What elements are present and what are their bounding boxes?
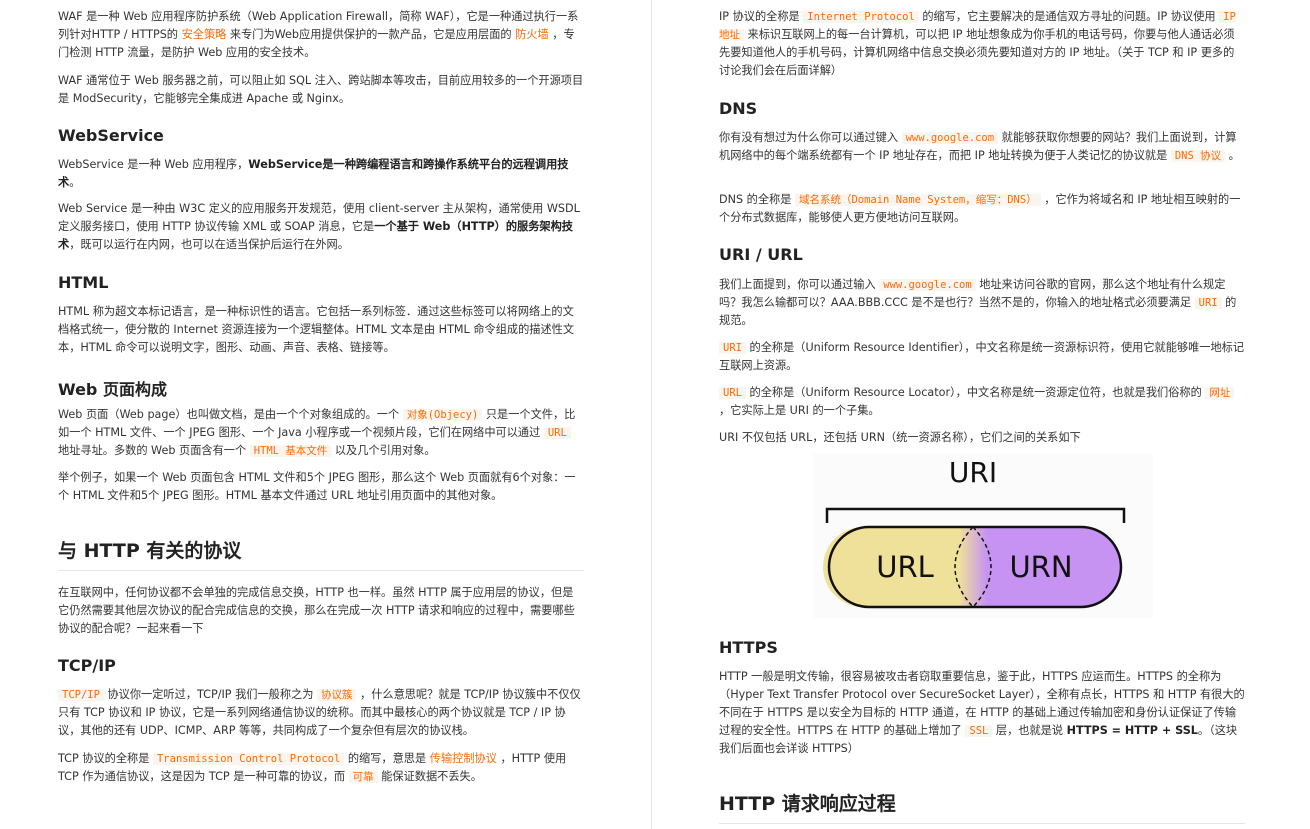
code-url-2: URL — [719, 387, 746, 399]
html-paragraph: HTML 称为超文本标记语言，是一种标识性的语言。它包括一系列标签．通过这些标签… — [58, 305, 575, 354]
section-rule-2 — [719, 823, 1245, 824]
webpage-paragraph-1: Web 页面（Web page）也叫做文档，是由一个个对象组成的。一个 对象(O… — [58, 408, 576, 457]
firewall-link[interactable]: 防火墙 — [515, 28, 549, 41]
column-divider — [651, 0, 652, 829]
diagram-url-label: URL — [876, 550, 934, 584]
waf-paragraph-1: WAF 是一种 Web 应用程序防护系统（Web Application Fir… — [58, 10, 579, 59]
https-paragraph: HTTP 一般是明文传输，很容易被攻击者窃取重要信息，鉴于此，HTTPS 应运而… — [719, 670, 1245, 755]
protocols-paragraph: 在互联网中，任何协议都不会单独的完成信息交换，HTTP 也一样。虽然 HTTP … — [58, 586, 575, 635]
tcpip-paragraph-1: TCP/IP 协议你一定听过，TCP/IP 我们一般称之为 协议簇 ，什么意思呢… — [58, 688, 581, 737]
section-rule — [58, 570, 584, 571]
code-google-url: www.google.com — [901, 132, 999, 144]
code-html-base-file: HTML 基本文件 — [249, 445, 332, 457]
uri-paragraph-2: URI 的全称是（Uniform Resource Identifier），中文… — [719, 341, 1245, 372]
code-tcpip: TCP/IP — [58, 689, 104, 701]
code-url: URL — [543, 427, 571, 439]
code-uri: URI — [1194, 297, 1222, 309]
dns-paragraph-1: 你有没有想过为什么你可以通过键入 www.google.com 就能够获取你想要… — [719, 131, 1240, 162]
heading-uri-url: URI / URL — [719, 245, 803, 264]
dns-paragraph-2: DNS 的全称是 域名系统（Domain Name System，缩写：DNS）… — [719, 193, 1241, 224]
code-object: 对象(Objecy) — [402, 409, 483, 421]
uri-paragraph-4: URI 不仅包括 URL，还包括 URN（统一资源名称），它们之间的关系如下 — [719, 431, 1081, 444]
webservice-paragraph-2: Web Service 是一种由 W3C 定义的应用服务开发规范，使用 clie… — [58, 202, 580, 251]
code-web-address: 网址 — [1205, 387, 1235, 399]
uri-url-urn-diagram: URI URL URN — [813, 453, 1153, 618]
code-uri-2: URI — [719, 342, 746, 354]
heading-https: HTTPS — [719, 638, 778, 657]
heading-tcpip: TCP/IP — [58, 656, 116, 675]
uri-paragraph-3: URL 的全称是（Uniform Resource Locator），中文名称是… — [719, 384, 1245, 420]
code-dns-fullname: 域名系统（Domain Name System，缩写：DNS） — [794, 194, 1041, 206]
code-dns-protocol: DNS 协议 — [1170, 150, 1226, 162]
heading-http-process: HTTP 请求响应过程 — [719, 793, 896, 815]
code-reliable: 可靠 — [348, 771, 378, 783]
ip-paragraph: IP 协议的全称是 Internet Protocol 的缩写，它主要解决的是通… — [719, 10, 1236, 77]
code-google-url-2: www.google.com — [879, 279, 976, 291]
code-internet-protocol: Internet Protocol — [803, 11, 919, 23]
heading-webservice: WebService — [58, 126, 164, 145]
webservice-paragraph-1: WebService 是一种 Web 应用程序，WebService是一种跨编程… — [58, 158, 569, 189]
tcp-cn-link[interactable]: 传输控制协议 — [430, 752, 497, 765]
heading-html: HTML — [58, 273, 109, 292]
waf-paragraph-2: WAF 通常位于 Web 服务器之前，可以阻止如 SQL 注入、跨站脚本等攻击，… — [58, 74, 584, 105]
code-ssl: SSL — [965, 725, 993, 737]
security-policy-link[interactable]: 安全策略 — [182, 28, 227, 41]
tcpip-paragraph-2: TCP 协议的全称是 Transmission Control Protocol… — [58, 752, 567, 783]
uri-paragraph-1: 我们上面提到，你可以通过输入 www.google.com 地址来访问谷歌的官网… — [719, 278, 1237, 327]
diagram-uri-label: URI — [949, 456, 997, 489]
code-protocol-suite: 协议簇 — [316, 689, 357, 701]
heading-web-page: Web 页面构成 — [58, 380, 167, 399]
diagram-urn-label: URN — [1009, 550, 1072, 584]
heading-http-protocols: 与 HTTP 有关的协议 — [58, 540, 242, 562]
heading-dns: DNS — [719, 99, 758, 118]
code-transmission-control-protocol: Transmission Control Protocol — [152, 753, 345, 765]
webpage-paragraph-2: 举个例子，如果一个 Web 页面包含 HTML 文件和5个 JPEG 图形，那么… — [58, 471, 576, 502]
